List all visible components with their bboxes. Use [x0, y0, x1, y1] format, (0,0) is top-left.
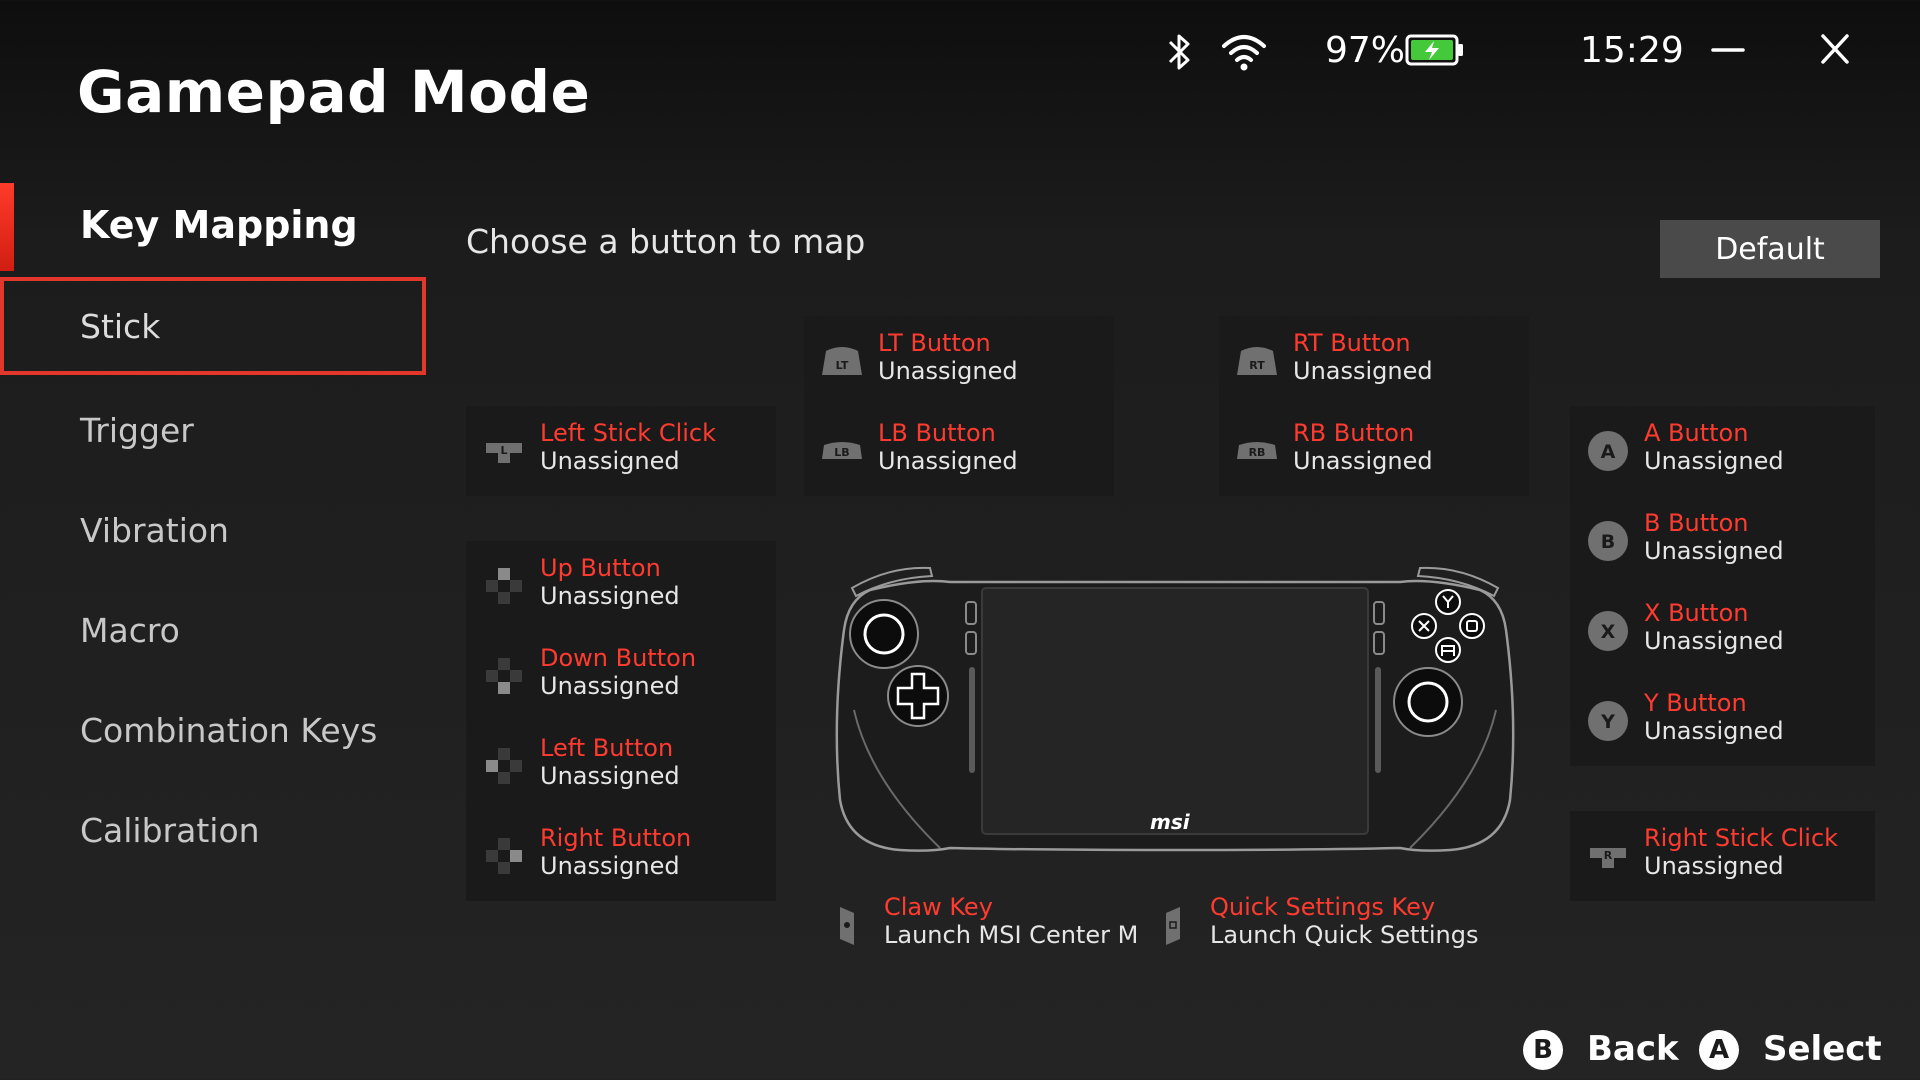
svg-text:X: X — [1601, 621, 1616, 643]
bluetooth-icon — [1168, 34, 1190, 70]
up-button-item[interactable]: Up Button Unassigned — [466, 546, 776, 626]
svg-text:RT: RT — [1249, 359, 1265, 372]
left-stick-click-icon: L — [486, 443, 522, 463]
sidebar-item-combination-keys[interactable]: Combination Keys — [0, 681, 426, 779]
rb-button-icon: RB — [1237, 442, 1277, 459]
left-stick-click-item[interactable]: L Left Stick Click Unassigned — [466, 411, 776, 491]
svg-text:LT: LT — [836, 359, 849, 372]
a-glyph-icon: A — [1699, 1030, 1739, 1070]
sidebar-section-title: Key Mapping — [80, 203, 358, 247]
svg-text:Y: Y — [1600, 711, 1615, 733]
left-button-item[interactable]: Left Button Unassigned — [466, 726, 776, 806]
sidebar-item-macro[interactable]: Macro — [0, 581, 426, 679]
b-button-item[interactable]: B B Button Unassigned — [1570, 501, 1875, 581]
right-button-item[interactable]: Right Button Unassigned — [466, 816, 776, 896]
b-button-icon: B — [1588, 521, 1628, 561]
x-button-icon: X — [1588, 611, 1628, 651]
right-stick-click-icon: R — [1590, 848, 1626, 868]
dpad-left-icon — [486, 748, 522, 784]
dpad-right-icon — [486, 838, 522, 874]
lb-button-item[interactable]: LB LB Button Unassigned — [804, 411, 1114, 491]
lt-button-item[interactable]: LT LT Button Unassigned — [804, 321, 1114, 401]
wifi-icon — [1222, 35, 1266, 71]
a-button-item[interactable]: A A Button Unassigned — [1570, 411, 1875, 491]
dpad-up-icon — [486, 568, 522, 604]
lt-button-icon: LT — [822, 347, 862, 375]
sidebar-item-vibration[interactable]: Vibration — [0, 481, 426, 579]
back-hint-button[interactable]: B Back — [1523, 1027, 1683, 1080]
quick-settings-key-icon — [1166, 907, 1180, 945]
x-button-item[interactable]: X X Button Unassigned — [1570, 591, 1875, 671]
claw-key-icon — [840, 907, 854, 945]
right-stick-click-item[interactable]: R Right Stick Click Unassigned — [1570, 816, 1875, 896]
svg-text:LB: LB — [834, 446, 849, 459]
svg-text:R: R — [1604, 849, 1613, 862]
instruction-text: Choose a button to map — [466, 222, 866, 261]
svg-text:L: L — [500, 444, 507, 457]
page-title: Gamepad Mode — [77, 58, 591, 126]
lb-button-icon: LB — [822, 442, 862, 459]
minimize-button[interactable] — [1703, 28, 1753, 72]
svg-text:RB: RB — [1249, 446, 1266, 459]
battery-charging-icon — [1405, 34, 1463, 66]
b-glyph-icon: B — [1523, 1030, 1563, 1070]
dpad-down-icon — [486, 658, 522, 694]
a-button-icon: A — [1588, 431, 1628, 471]
claw-key-item[interactable]: Claw Key Launch MSI Center M — [810, 885, 1140, 965]
status-bar: 97% 15:29 — [1120, 20, 1920, 80]
sidebar-item-stick[interactable]: Stick — [0, 277, 426, 375]
rb-button-item[interactable]: RB RB Button Unassigned — [1219, 411, 1529, 491]
rt-button-icon: RT — [1237, 347, 1277, 375]
y-button-item[interactable]: Y Y Button Unassigned — [1570, 681, 1875, 761]
svg-text:A: A — [1601, 441, 1616, 463]
close-icon — [1821, 34, 1849, 64]
y-button-icon: Y — [1588, 701, 1628, 741]
select-hint-button[interactable]: A Select — [1699, 1027, 1882, 1080]
close-button[interactable] — [1810, 28, 1860, 72]
quick-settings-key-item[interactable]: Quick Settings Key Launch Quick Settings — [1136, 885, 1478, 965]
default-button[interactable]: Default — [1660, 220, 1880, 278]
minimize-icon — [1711, 48, 1745, 52]
msi-logo: msi — [1150, 810, 1190, 834]
sidebar-item-calibration[interactable]: Calibration — [0, 781, 426, 879]
rt-button-item[interactable]: RT RT Button Unassigned — [1219, 321, 1529, 401]
clock: 15:29 — [1580, 30, 1684, 71]
sidebar-accent-bar — [0, 183, 14, 271]
down-button-item[interactable]: Down Button Unassigned — [466, 636, 776, 716]
battery-percentage: 97% — [1325, 30, 1406, 71]
sidebar-item-trigger[interactable]: Trigger — [0, 381, 426, 479]
svg-text:B: B — [1601, 531, 1615, 553]
